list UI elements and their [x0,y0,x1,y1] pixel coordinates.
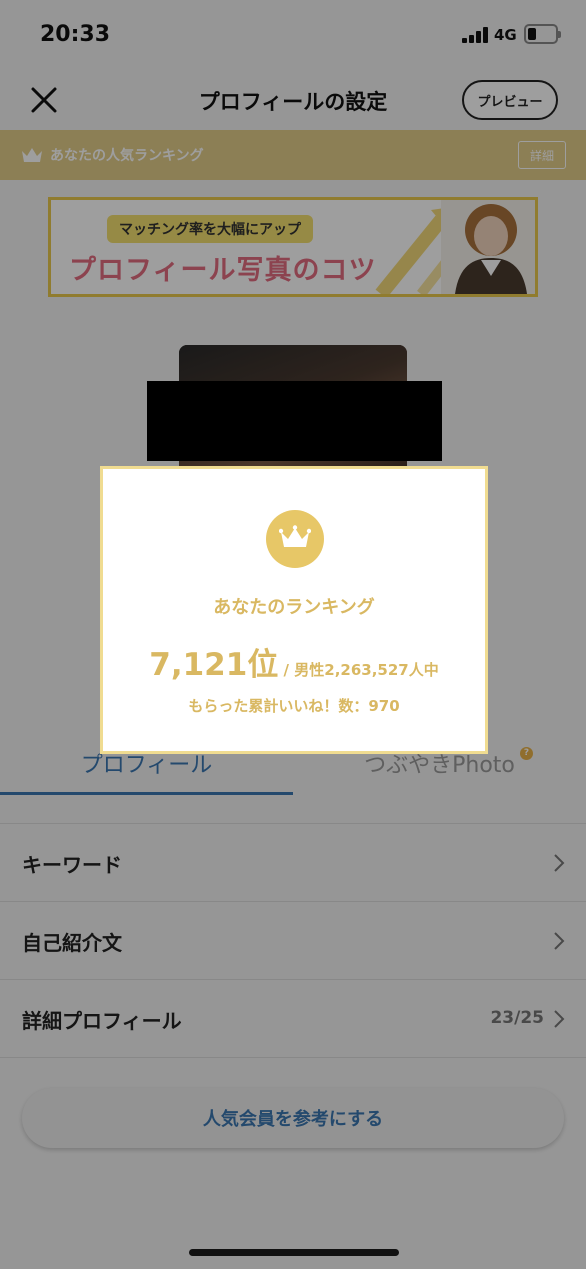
ranking-modal[interactable]: あなたのランキング 7,121位 / 男性2,263,527人中 もらった累計い… [100,466,488,754]
crown-icon [266,510,324,568]
total-members: / 男性2,263,527人中 [278,661,439,679]
modal-title: あなたのランキング [213,597,375,618]
home-indicator [189,1249,399,1256]
likes-count: もらった累計いいね！数：970 [188,697,400,715]
rank-line: 7,121位 / 男性2,263,527人中 [103,639,485,684]
rank-value: 7,121位 [149,647,279,683]
